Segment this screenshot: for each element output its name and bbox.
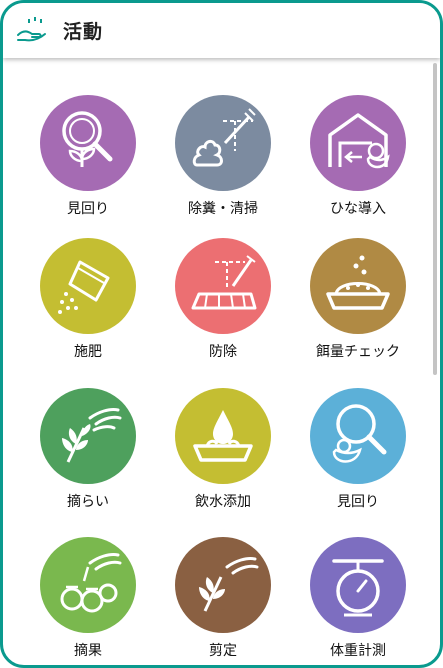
droppings-spray-icon (192, 108, 256, 167)
tile-label: 見回り (337, 494, 379, 510)
tile-circle (310, 95, 406, 191)
tile-pruning[interactable]: 剪定 (158, 537, 288, 665)
tile-patrol[interactable]: 見回り (23, 95, 153, 245)
tile-pest-control[interactable]: 防除 (158, 238, 288, 388)
tile-chick-intro[interactable]: ひな導入 (293, 95, 423, 245)
magnifier-sprout-icon (62, 111, 113, 167)
house-chick-icon (328, 113, 390, 169)
tile-fertilize[interactable]: 施肥 (23, 238, 153, 388)
fertilizer-bag-icon (58, 260, 110, 314)
page-title: 活動 (63, 21, 104, 43)
feed-bowl-icon (326, 255, 390, 310)
tile-thinning[interactable]: 摘らい (23, 388, 153, 538)
tile-circle (310, 537, 406, 633)
tile-label: 除糞・清掃 (188, 201, 258, 217)
hand-sprig-icon (199, 557, 259, 612)
tile-label: 防除 (209, 344, 237, 360)
tile-label: 体重計測 (330, 643, 386, 659)
tile-weighing[interactable]: 体重計測 (293, 537, 423, 665)
scale-icon (332, 559, 384, 617)
tile-circle (310, 388, 406, 484)
app-frame: 活動 見回り 除糞・清掃 ひな導入 施肥 防除 餌量チェック 摘らい 飲水添加 … (0, 0, 443, 668)
tile-label: ひな導入 (330, 201, 386, 217)
tile-circle (40, 95, 136, 191)
activity-grid: 見回り 除糞・清掃 ひな導入 施肥 防除 餌量チェック 摘らい 飲水添加 見回り… (3, 58, 440, 665)
tile-circle (175, 95, 271, 191)
water-drop-icon (193, 410, 253, 462)
tile-cleaning[interactable]: 除糞・清掃 (158, 95, 288, 245)
field-spray-icon (191, 255, 257, 310)
hand-tomato-icon (60, 553, 122, 613)
tile-label: 餌量チェック (316, 344, 400, 360)
hand-sparkle-icon (15, 15, 49, 43)
tile-label: 飲水添加 (195, 494, 251, 510)
tile-circle (175, 238, 271, 334)
magnifier-chick-icon (332, 404, 387, 463)
hand-sprig-icon (62, 408, 122, 463)
tile-label: 剪定 (209, 643, 237, 659)
tile-circle (40, 537, 136, 633)
tile-water-additive[interactable]: 飲水添加 (158, 388, 288, 538)
tile-label: 摘果 (74, 643, 102, 659)
tile-label: 見回り (67, 201, 109, 217)
tile-circle (175, 537, 271, 633)
tile-fruit-thinning[interactable]: 摘果 (23, 537, 153, 665)
tile-circle (40, 388, 136, 484)
tile-circle (40, 238, 136, 334)
tile-label: 施肥 (74, 344, 102, 360)
scrollbar[interactable] (433, 63, 437, 375)
tile-feed-check[interactable]: 餌量チェック (293, 238, 423, 388)
header: 活動 (3, 3, 440, 58)
tile-circle (175, 388, 271, 484)
tile-circle (310, 238, 406, 334)
tile-patrol-2[interactable]: 見回り (293, 388, 423, 538)
tile-label: 摘らい (67, 494, 109, 510)
